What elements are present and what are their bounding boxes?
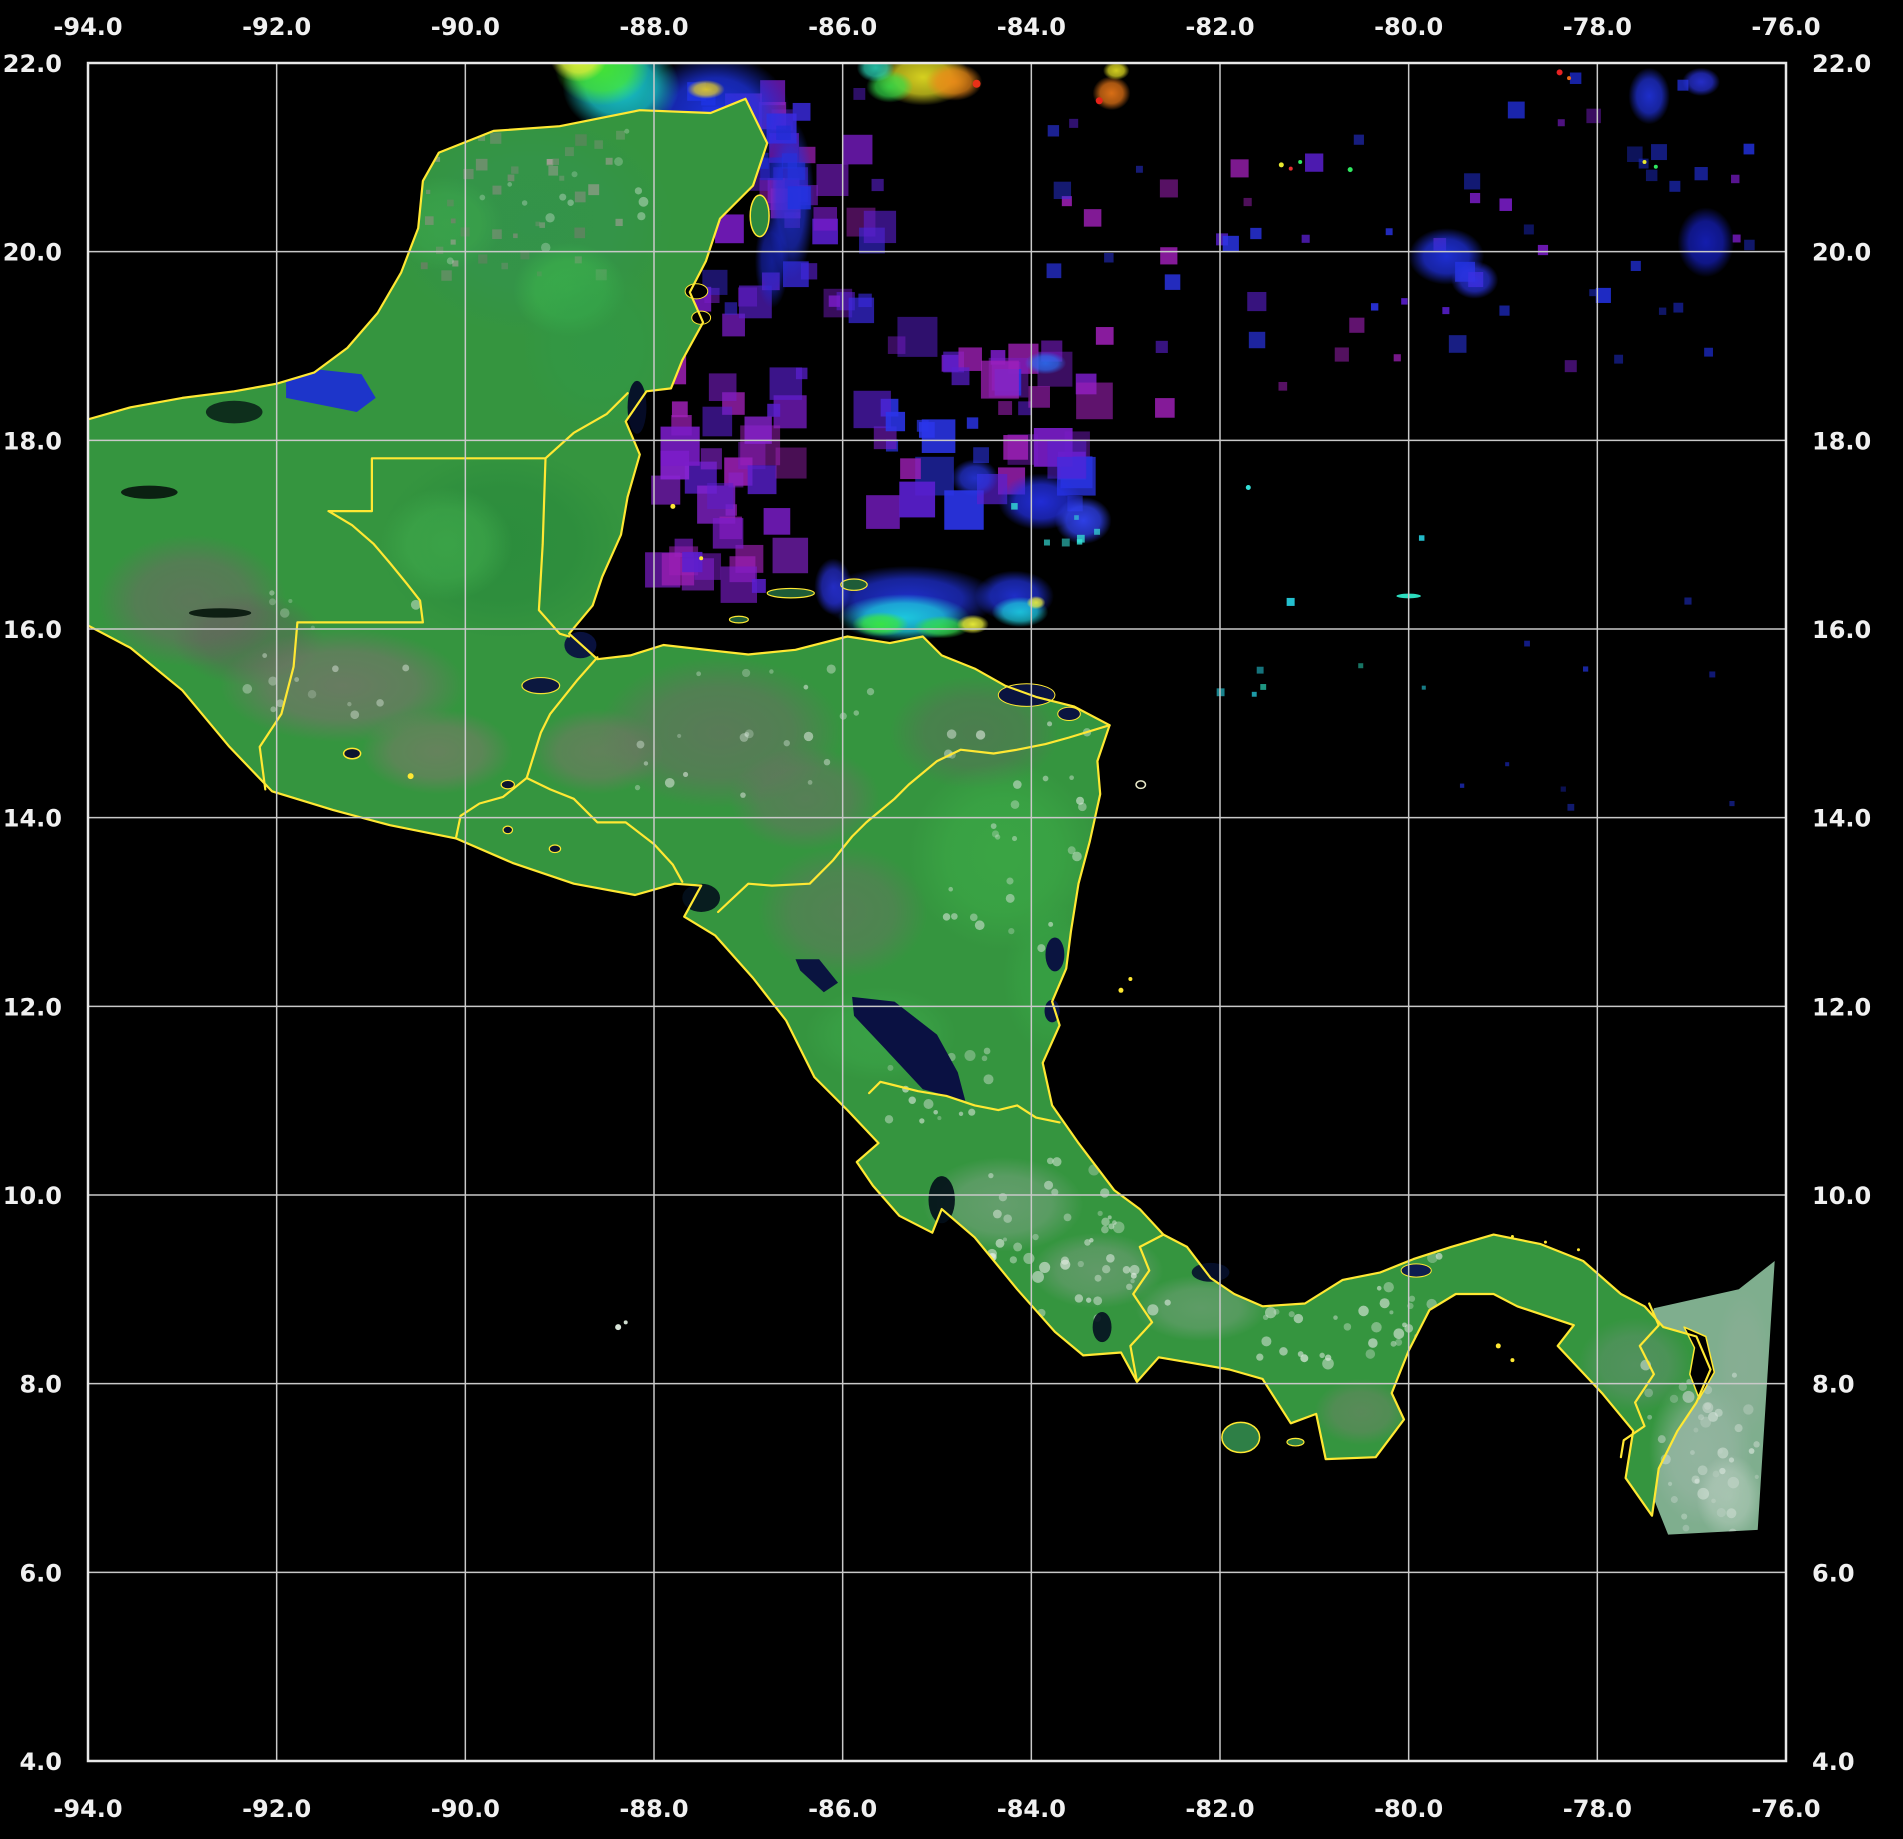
top-patch-red (973, 80, 981, 88)
pearl-island1 (1496, 1343, 1501, 1348)
tick-label-left-4: 14.0 (3, 805, 62, 833)
tick-label-left-2: 18.0 (3, 427, 62, 455)
quintana-bay1 (685, 284, 708, 299)
tick-label-bottom-8: -78.0 (1563, 1795, 1632, 1823)
tick-label-top-4: -86.0 (808, 13, 877, 41)
tick-label-bottom-7: -80.0 (1374, 1795, 1443, 1823)
chiapas-reservoir (189, 608, 251, 617)
sparkle-green2 (1348, 167, 1353, 172)
satellite-map-canvas: -94.0 -94.0 -92.0 -92.0 -90.0 -90.0 -88.0 -88.0… (0, 0, 1903, 1839)
tick-label-top-3: -88.0 (619, 13, 688, 41)
lake-guija (501, 780, 514, 788)
pearl-island2 (1510, 1358, 1514, 1362)
lake-ilopango (549, 845, 560, 853)
tick-label-top-7: -80.0 (1374, 13, 1443, 41)
corn-island2 (1128, 977, 1132, 981)
tick-label-top-6: -82.0 (1185, 13, 1254, 41)
tick-label-top-5: -84.0 (997, 13, 1066, 41)
map-figure: -94.0 -94.0 -92.0 -92.0 -90.0 -90.0 -88.0 -88.0… (0, 0, 1903, 1839)
chetumal-bay (628, 381, 647, 434)
corn-island1 (1118, 988, 1123, 993)
utila-island (729, 616, 748, 623)
tick-label-right-4: 14.0 (1812, 805, 1871, 833)
tabasco-wetland-dark (206, 401, 263, 424)
coiba-island (1222, 1422, 1260, 1452)
tick-label-right-5: 12.0 (1812, 993, 1871, 1021)
tick-label-left-5: 12.0 (3, 993, 62, 1021)
pearl-lagoon (1045, 937, 1064, 971)
sparkle-yellow2 (1643, 160, 1647, 164)
right-edge-darkblue (1678, 207, 1735, 277)
tick-label-left-8: 6.0 (19, 1559, 62, 1587)
pacific-cloud-speck2 (624, 1320, 628, 1324)
pacific-cloud-speck1 (615, 1324, 621, 1330)
tick-label-right-3: 16.0 (1812, 616, 1871, 644)
tick-label-right-6: 10.0 (1812, 1182, 1871, 1210)
tick-label-left-0: 22.0 (3, 50, 62, 78)
san-blas-cay2 (1544, 1241, 1547, 1244)
tick-label-left-7: 8.0 (19, 1371, 62, 1399)
cozumel-island (750, 195, 769, 237)
top-patch2-red (1096, 97, 1103, 104)
gatun-lake (1401, 1264, 1431, 1277)
peten-bright (380, 487, 512, 600)
tick-label-bottom-9: -76.0 (1751, 1795, 1820, 1823)
malpaso-reservoir (121, 486, 178, 499)
turneffe-cay (670, 504, 675, 509)
tick-label-right-7: 8.0 (1812, 1371, 1855, 1399)
glover-cay (699, 556, 703, 560)
guanaja-island (841, 579, 867, 590)
topright-red-speck1 (1557, 69, 1563, 75)
tick-label-right-0: 22.0 (1812, 50, 1871, 78)
honduras-bloom-yellow (957, 615, 989, 634)
tick-label-bottom-3: -88.0 (619, 1795, 688, 1823)
lake-coatepeque (503, 826, 512, 834)
lake-amatitlan (408, 773, 414, 779)
blue-cluster-west3 (951, 459, 998, 497)
tick-label-top-9: -76.0 (1751, 13, 1820, 41)
tick-label-top-0: -94.0 (53, 13, 122, 41)
tick-label-right-9: 4.0 (1812, 1748, 1855, 1776)
roatan-island (767, 588, 814, 597)
tick-label-top-1: -92.0 (242, 13, 311, 41)
tick-label-right-1: 20.0 (1812, 239, 1871, 267)
top-patch2-orange (1093, 76, 1131, 110)
tick-label-left-9: 4.0 (19, 1748, 62, 1776)
honduras-bloom-green1 (852, 612, 909, 637)
sparkle-red (1289, 167, 1293, 171)
tick-label-left-1: 20.0 (3, 239, 62, 267)
tick-label-left-3: 16.0 (3, 616, 62, 644)
tick-label-top-8: -78.0 (1563, 13, 1632, 41)
sparkle-yellow (1279, 162, 1284, 167)
tick-label-bottom-6: -82.0 (1185, 1795, 1254, 1823)
lake-izabal (522, 678, 560, 694)
sparkle-green3 (1654, 165, 1658, 169)
golfo-dulce-dark (1093, 1312, 1112, 1342)
topright-red-speck2 (1567, 76, 1571, 80)
cyan-speck (1246, 485, 1251, 490)
tick-label-left-6: 10.0 (3, 1182, 62, 1210)
tick-label-top-2: -90.0 (431, 13, 500, 41)
tick-label-bottom-4: -86.0 (808, 1795, 877, 1823)
guatemala-volcanic (362, 709, 513, 794)
tick-label-bottom-5: -84.0 (997, 1795, 1066, 1823)
jamaica-channel-blue2 (1451, 261, 1498, 299)
tick-label-right-8: 6.0 (1812, 1559, 1855, 1587)
bloom-yellow-streak (687, 80, 725, 99)
san-blas-cay3 (1577, 1248, 1580, 1251)
topright-blue1 (1628, 68, 1670, 125)
tick-label-bottom-2: -90.0 (431, 1795, 500, 1823)
tick-label-bottom-1: -92.0 (242, 1795, 311, 1823)
topright-blue2 (1682, 68, 1720, 96)
sparkle-green1 (1298, 160, 1302, 164)
tick-label-bottom-0: -94.0 (53, 1795, 122, 1823)
honduras-bloom2-yellow (1027, 596, 1046, 609)
swath-gray2 (1715, 1289, 1772, 1440)
honduras-east-highland (729, 747, 880, 851)
lake-atitlan (344, 748, 361, 758)
cebaco-island (1287, 1438, 1304, 1446)
tick-label-right-2: 18.0 (1812, 427, 1871, 455)
